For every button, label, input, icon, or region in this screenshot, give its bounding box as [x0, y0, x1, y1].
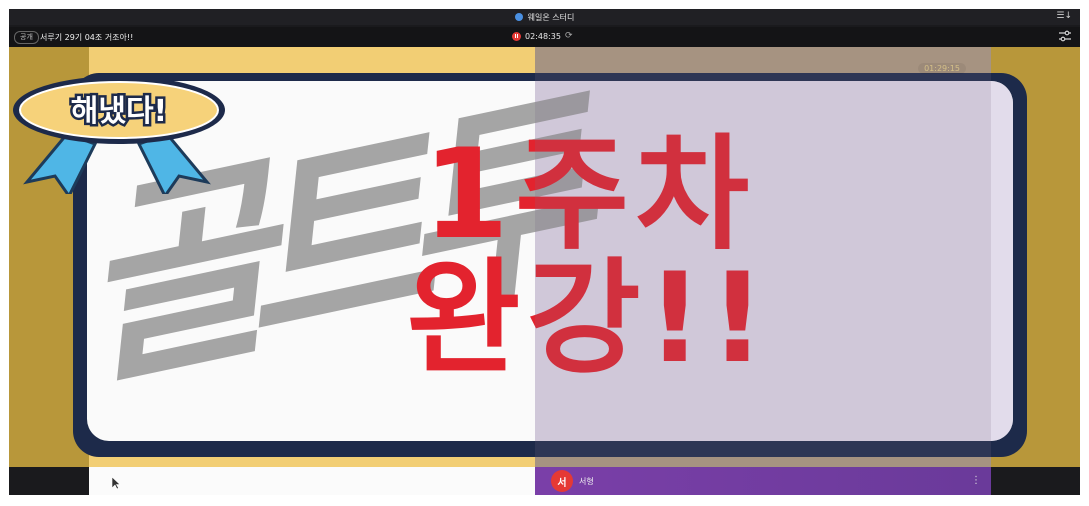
- visibility-badge: 공개: [14, 31, 39, 44]
- recording-timer: 02:48:35 ⟳: [512, 31, 572, 41]
- sort-icon[interactable]: ☰↓: [1056, 11, 1072, 21]
- participant-bar: 서 서형 ⋮: [9, 467, 1080, 495]
- participant-name-2: 서형: [579, 477, 594, 486]
- cursor-icon: [112, 477, 121, 489]
- settings-icon[interactable]: [1058, 30, 1072, 42]
- window-title: 웨일온 스터디: [527, 12, 575, 22]
- participant-tile-1[interactable]: [89, 467, 535, 495]
- title-bar: 웨일온 스터디 ☰↓: [9, 9, 1080, 25]
- medal-text: 해냈다!: [71, 94, 167, 129]
- timer-text: 02:48:35: [525, 31, 561, 41]
- record-icon[interactable]: [512, 31, 521, 41]
- room-info-bar: 공개 서루기 29기 04조 거조아!! 02:48:35 ⟳: [9, 27, 1080, 47]
- meeting-window: 웨일온 스터디 ☰↓ 공개 서루기 29기 04조 거조아!! 02:48:35…: [9, 9, 1080, 495]
- slide-timestamp: 01:29:15: [918, 63, 966, 74]
- shared-screen: 골트투 1주차 완강!! 01:29:15 해냈다!: [9, 47, 1080, 467]
- participant-tile-2[interactable]: 서 서형 ⋮: [535, 467, 991, 495]
- refresh-icon[interactable]: ⟳: [565, 31, 573, 41]
- medal-badge-icon: 해냈다!: [13, 76, 225, 194]
- room-name: 서루기 29기 04조 거조아!!: [40, 33, 134, 42]
- app-logo-icon: [514, 13, 523, 21]
- avatar: 서: [551, 470, 573, 492]
- more-icon[interactable]: ⋮: [971, 475, 981, 486]
